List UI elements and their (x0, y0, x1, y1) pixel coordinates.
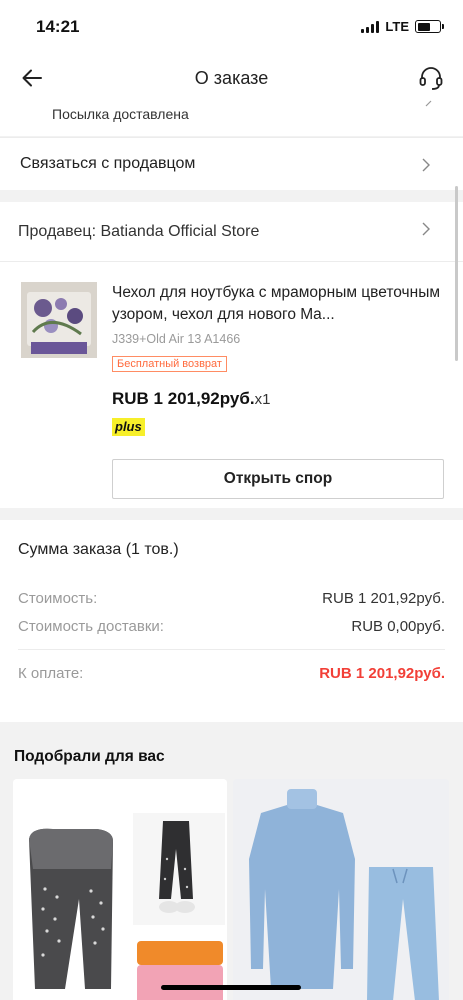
page-title: О заказе (194, 68, 269, 88)
cost-label: Стоимость: (18, 590, 98, 607)
product-price: RUB 1 201,92руб.x1 (112, 389, 270, 409)
pay-line: К оплате: RUB 1 201,92руб. (18, 665, 445, 682)
product-image[interactable] (21, 282, 97, 358)
plus-badge: plus (112, 418, 145, 436)
seller-name: Продавец: Batianda Official Store (18, 223, 260, 240)
pay-value: RUB 1 201,92руб. (319, 665, 445, 682)
scrollbar[interactable] (455, 186, 458, 361)
open-dispute-button[interactable]: Открыть спор (112, 459, 444, 499)
product-variant: J339+Old Air 13 A1466 (112, 332, 241, 346)
support-headset-icon[interactable] (417, 64, 445, 92)
recommendation-card[interactable] (13, 779, 227, 1000)
shipping-value: RUB 0,00руб. (351, 618, 445, 635)
summary-divider (18, 649, 445, 650)
order-summary-card: Сумма заказа (1 тов.) Стоимость: RUB 1 2… (0, 520, 463, 722)
product-image (233, 779, 449, 1000)
free-return-badge: Бесплатный возврат (112, 356, 227, 372)
signal-icon (361, 20, 380, 33)
chevron-down-icon (425, 100, 432, 107)
battery-icon (415, 20, 444, 33)
status-indicators: LTE (361, 19, 444, 34)
status-bar: 14:21 LTE (0, 0, 463, 50)
contact-seller-label: Связаться с продавцом (20, 155, 196, 172)
price-value: RUB 1 201,92руб. (112, 389, 255, 408)
product-title[interactable]: Чехол для ноутбука с мраморным цветочным… (112, 282, 447, 326)
home-indicator[interactable] (161, 985, 301, 990)
delivery-status-text: Посылка доставлена (52, 106, 189, 122)
status-time: 14:21 (36, 17, 80, 36)
cost-value: RUB 1 201,92руб. (322, 590, 445, 607)
shipping-line: Стоимость доставки: RUB 0,00руб. (18, 618, 445, 635)
nav-bar: О заказе (0, 50, 463, 106)
shipping-label: Стоимость доставки: (18, 618, 164, 635)
product-quantity: x1 (254, 391, 271, 408)
cost-line: Стоимость: RUB 1 201,92руб. (18, 590, 445, 607)
product-image (13, 779, 227, 1000)
recommendations-title: Подобрали для вас (14, 748, 165, 765)
seller-card: Продавец: Batianda Official Store Чехол … (0, 202, 463, 508)
network-type: LTE (385, 19, 409, 34)
recommendation-card[interactable] (233, 779, 449, 1000)
contact-seller-row[interactable]: Связаться с продавцом (0, 137, 463, 190)
summary-title: Сумма заказа (1 тов.) (18, 541, 179, 558)
delivery-status-row[interactable]: Посылка доставлена (0, 100, 463, 136)
pay-label: К оплате: (18, 665, 84, 682)
chevron-right-icon (422, 158, 430, 172)
chevron-right-icon (422, 222, 430, 236)
seller-row[interactable]: Продавец: Batianda Official Store (0, 202, 463, 262)
